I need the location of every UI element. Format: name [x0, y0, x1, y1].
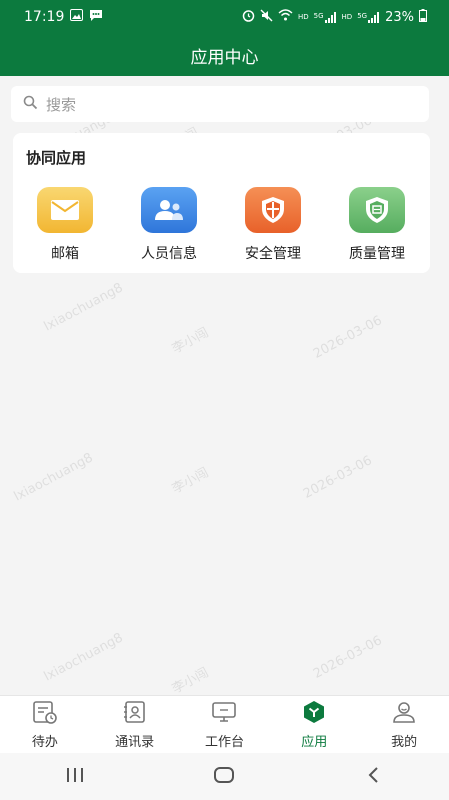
recent-apps-button[interactable]	[64, 766, 86, 788]
apps-icon	[301, 700, 327, 728]
app-safety[interactable]: 安全管理	[223, 187, 323, 267]
status-time: 17:19	[24, 9, 65, 25]
app-quality[interactable]: 质量管理	[327, 187, 427, 267]
gallery-icon	[70, 9, 84, 25]
back-button[interactable]	[363, 766, 385, 788]
header-bar: 应用中心	[0, 34, 449, 76]
mute-icon	[260, 9, 273, 26]
tab-label: 通讯录	[115, 735, 155, 750]
status-bar: 17:19 HD 5G HD 5G 23%	[0, 0, 449, 34]
hd-label-1: HD	[298, 13, 309, 21]
app-mail[interactable]: 邮箱	[15, 187, 115, 267]
watermark-text: 李小闯	[169, 325, 212, 358]
workbench-icon	[211, 700, 237, 728]
search-input[interactable]: 搜索	[46, 94, 76, 115]
collab-apps-card: 协同应用 邮箱 人员信息 安全管理 质量管理	[13, 133, 430, 273]
app-label: 质量管理	[349, 246, 405, 262]
watermark-text: 李小闯	[169, 665, 212, 698]
tab-apps[interactable]: 应用	[274, 700, 354, 750]
wifi-icon	[278, 9, 293, 25]
hd-label-2: HD	[341, 13, 353, 21]
tab-label: 工作台	[204, 735, 244, 750]
shield-icon	[245, 187, 301, 233]
people-icon	[141, 187, 197, 233]
app-label: 人员信息	[141, 246, 197, 262]
app-people[interactable]: 人员信息	[119, 187, 219, 267]
profile-icon	[391, 700, 417, 728]
message-icon	[89, 9, 103, 26]
tab-label: 待办	[31, 735, 58, 750]
signal-icon-2: 5G	[357, 11, 380, 23]
mail-icon	[37, 187, 93, 233]
tab-label: 我的	[391, 735, 418, 750]
watermark-text: lxiaochuang8	[41, 630, 126, 685]
page-title: 应用中心	[190, 47, 259, 68]
battery-percent: 23%	[385, 9, 414, 25]
watermark-text: 2026-03-06	[310, 633, 385, 682]
search-bar[interactable]: 搜索	[11, 86, 429, 122]
tab-profile[interactable]: 我的	[364, 700, 444, 750]
system-nav-bar	[0, 753, 449, 800]
app-label: 邮箱	[51, 246, 79, 262]
tab-todo[interactable]: 待办	[5, 700, 85, 750]
app-label: 安全管理	[245, 246, 301, 262]
home-button[interactable]	[213, 766, 235, 788]
contacts-icon	[122, 700, 148, 728]
search-icon	[23, 95, 38, 114]
watermark-text: 李小闯	[169, 465, 212, 498]
tab-contacts[interactable]: 通讯录	[95, 700, 175, 750]
watermark-text: 2026-03-06	[310, 313, 385, 362]
bottom-tab-bar: 待办 通讯录 工作台 应用 我的	[0, 695, 449, 754]
section-title: 协同应用	[26, 149, 87, 167]
battery-icon	[419, 8, 427, 26]
tab-label: 应用	[301, 735, 328, 750]
tab-workbench[interactable]: 工作台	[184, 700, 264, 750]
todo-icon	[32, 700, 58, 728]
watermark-text: 2026-03-06	[300, 453, 375, 502]
watermark-text: lxiaochuang8	[41, 280, 126, 335]
alarm-icon	[242, 9, 255, 26]
signal-icon-1: 5G	[314, 11, 337, 23]
quality-shield-icon	[349, 187, 405, 233]
watermark-text: lxiaochuang8	[11, 450, 96, 505]
